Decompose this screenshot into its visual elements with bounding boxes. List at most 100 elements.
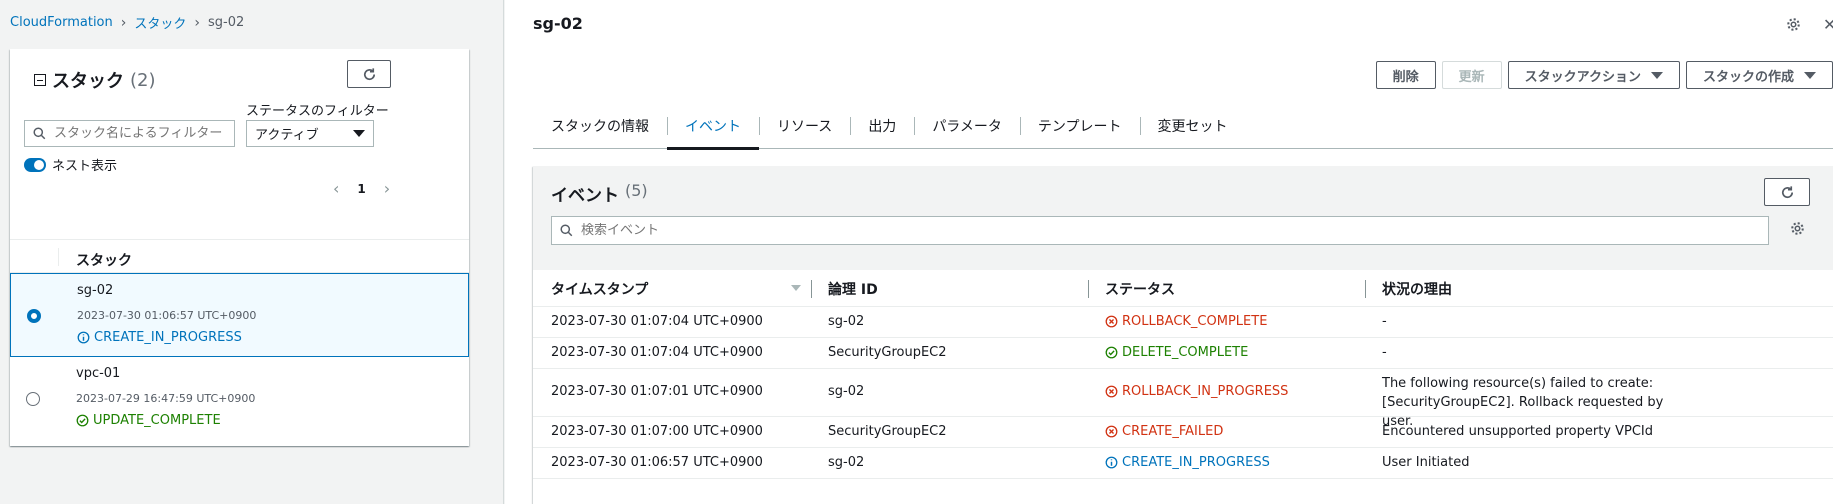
table-row: 2023-07-30 01:07:01 UTC+0900 sg-02 ROLLB…: [533, 369, 1833, 429]
header-icons: ✕: [1786, 15, 1833, 34]
stack-status-text: UPDATE_COMPLETE: [93, 413, 221, 428]
stack-date: 2023-07-30 01:06:57 UTC+0900: [77, 309, 257, 322]
breadcrumb-cloudformation[interactable]: CloudFormation: [10, 15, 113, 30]
tab-stack-info[interactable]: スタックの情報: [533, 103, 667, 149]
search-icon: [33, 127, 46, 140]
tab-parameters[interactable]: パラメータ: [914, 103, 1020, 149]
pagination: ‹ 1 ›: [333, 179, 390, 198]
stacks-card: スタック (2) ステータスのフィルター アクティブ ネスト表示 ‹ 1 › ス…: [10, 49, 469, 446]
event-timestamp: 2023-07-30 01:07:00 UTC+0900: [551, 424, 763, 439]
page-number[interactable]: 1: [357, 182, 365, 196]
search-icon: [560, 224, 573, 237]
chevron-right-icon: ›: [194, 14, 200, 31]
column-header-stack: スタック: [76, 253, 132, 269]
event-logical-id: sg-02: [828, 455, 865, 470]
info-circle-icon: [1105, 456, 1118, 469]
event-timestamp: 2023-07-30 01:07:04 UTC+0900: [551, 345, 763, 360]
stacks-title-text: スタック: [52, 71, 124, 92]
stack-search-field[interactable]: [24, 120, 235, 147]
refresh-events-button[interactable]: [1764, 178, 1810, 206]
close-icon[interactable]: ✕: [1823, 15, 1833, 34]
event-reason: -: [1382, 314, 1387, 329]
event-reason: -: [1382, 345, 1387, 360]
stack-status-text: CREATE_IN_PROGRESS: [94, 330, 242, 345]
column-divider: [58, 248, 59, 266]
column-divider[interactable]: [1365, 280, 1366, 298]
stack-row[interactable]: vpc-01 2023-07-29 16:47:59 UTC+0900 UPDA…: [10, 357, 469, 441]
collapse-icon[interactable]: [34, 74, 46, 86]
update-button[interactable]: 更新: [1441, 61, 1502, 89]
stack-status: UPDATE_COMPLETE: [76, 413, 221, 428]
delete-button[interactable]: 削除: [1375, 61, 1436, 89]
stack-detail-panel: sg-02 ✕ 削除 更新 スタックアクション スタックの作成 スタックの情報 …: [505, 0, 1833, 504]
event-status-text: DELETE_COMPLETE: [1122, 345, 1249, 360]
column-header-status[interactable]: ステータス: [1105, 279, 1175, 299]
tab-events[interactable]: イベント: [667, 103, 759, 150]
event-reason: Encountered unsupported property VPCId: [1382, 424, 1654, 439]
stack-status: CREATE_IN_PROGRESS: [77, 330, 242, 345]
tab-resources[interactable]: リソース: [759, 103, 850, 149]
refresh-icon: [1781, 185, 1793, 198]
chevron-right-icon[interactable]: ›: [384, 179, 390, 198]
nested-view-toggle[interactable]: ネスト表示: [24, 155, 117, 174]
stack-date: 2023-07-29 16:47:59 UTC+0900: [76, 392, 256, 405]
tab-change-sets[interactable]: 変更セット: [1139, 103, 1246, 149]
sort-descending-icon[interactable]: [791, 285, 801, 291]
stacks-title: スタック (2): [34, 67, 156, 93]
event-status: ROLLBACK_IN_PROGRESS: [1105, 384, 1288, 399]
column-header-reason[interactable]: 状況の理由: [1382, 279, 1452, 299]
events-title-text: イベント: [551, 186, 619, 206]
breadcrumb-stacks[interactable]: スタック: [134, 13, 186, 32]
stack-radio[interactable]: [27, 309, 41, 323]
event-logical-id: sg-02: [828, 314, 865, 329]
stack-actions-button[interactable]: スタックアクション: [1507, 61, 1680, 89]
stack-actions-label: スタックアクション: [1524, 69, 1641, 85]
tab-template[interactable]: テンプレート: [1019, 103, 1140, 149]
status-filter-value: アクティブ: [255, 128, 319, 143]
event-timestamp: 2023-07-30 01:07:01 UTC+0900: [551, 384, 763, 399]
check-circle-icon: [1105, 346, 1118, 359]
chevron-left-icon[interactable]: ‹: [333, 179, 339, 198]
create-stack-label: スタックの作成: [1702, 69, 1794, 85]
caret-down-icon: [1650, 71, 1663, 79]
stack-row[interactable]: sg-02 2023-07-30 01:06:57 UTC+0900 CREAT…: [10, 273, 469, 357]
event-search-input[interactable]: [581, 223, 1768, 238]
toggle-switch[interactable]: [24, 157, 46, 172]
events-count: (5): [625, 181, 648, 200]
stack-actions-bar: 削除 更新 スタックアクション スタックの作成: [1375, 61, 1833, 89]
events-title: イベント (5): [551, 181, 648, 206]
tab-outputs[interactable]: 出力: [850, 103, 914, 149]
column-header-logical-id[interactable]: 論理 ID: [828, 279, 878, 299]
event-search-field[interactable]: [551, 216, 1769, 245]
nested-view-label: ネスト表示: [52, 159, 118, 174]
event-status: ROLLBACK_COMPLETE: [1105, 314, 1267, 329]
stack-name[interactable]: vpc-01: [76, 366, 120, 381]
caret-down-icon: [1804, 71, 1816, 79]
table-row: 2023-07-30 01:07:00 UTC+0900 SecurityGro…: [533, 417, 1833, 448]
x-circle-icon: [1105, 385, 1118, 398]
stack-search-input[interactable]: [54, 126, 234, 141]
info-circle-icon: [77, 331, 90, 344]
stack-radio[interactable]: [26, 392, 40, 406]
stack-name[interactable]: sg-02: [77, 283, 113, 298]
column-header-timestamp[interactable]: タイムスタンプ: [551, 279, 648, 299]
table-row: 2023-07-30 01:07:04 UTC+0900 SecurityGro…: [533, 338, 1833, 369]
status-filter-label: ステータスのフィルター: [246, 104, 389, 119]
gear-icon[interactable]: [1786, 17, 1801, 32]
event-status: CREATE_FAILED: [1105, 424, 1223, 439]
refresh-stacks-button[interactable]: [347, 60, 391, 88]
create-stack-button[interactable]: スタックの作成: [1685, 61, 1833, 89]
breadcrumb-current: sg-02: [207, 15, 245, 30]
events-card: イベント (5) タイムスタンプ 論理 ID ステータス 状況の理由: [533, 166, 1833, 504]
gear-icon[interactable]: [1790, 221, 1805, 236]
status-filter-select[interactable]: アクティブ: [246, 120, 374, 147]
event-timestamp: 2023-07-30 01:06:57 UTC+0900: [551, 455, 763, 470]
column-divider[interactable]: [1088, 280, 1089, 298]
detail-tabs: スタックの情報 イベント リソース 出力 パラメータ テンプレート 変更セット: [533, 103, 1833, 150]
check-circle-icon: [76, 414, 89, 427]
stacks-list-header: スタック: [10, 239, 469, 273]
stacks-count: (2): [130, 69, 156, 91]
column-divider[interactable]: [811, 280, 812, 298]
x-circle-icon: [1105, 315, 1118, 328]
events-header: イベント (5): [533, 166, 1833, 270]
